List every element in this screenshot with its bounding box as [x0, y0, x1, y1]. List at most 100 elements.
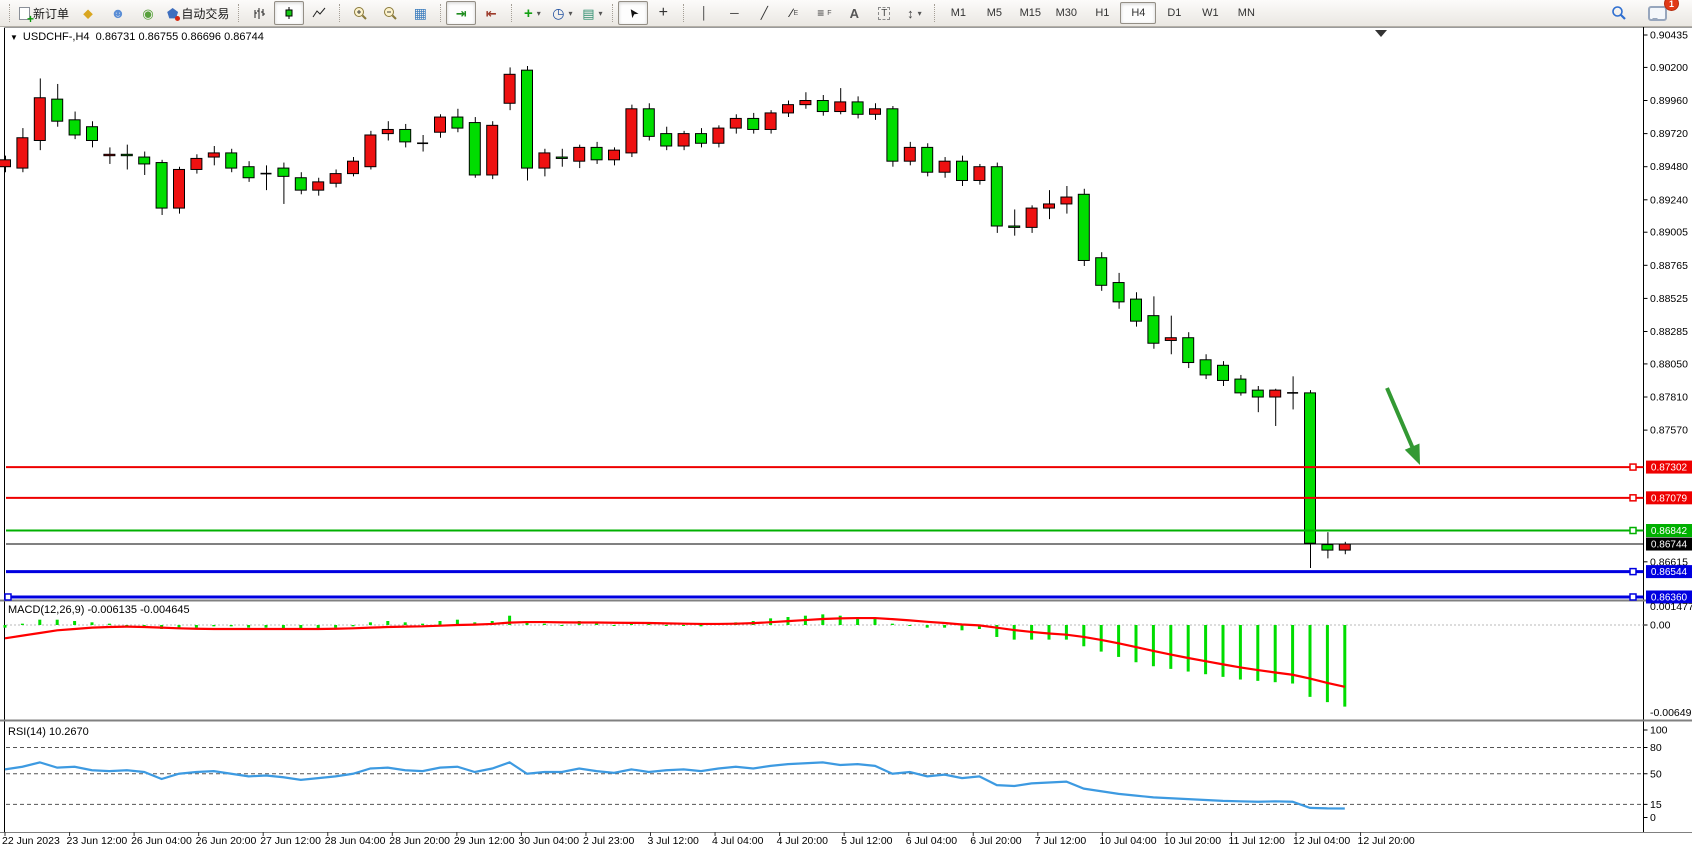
- chart-shift-button[interactable]: ⇤: [476, 1, 506, 25]
- trendline-button[interactable]: ╱: [749, 1, 779, 25]
- toolbar-grip[interactable]: [9, 4, 10, 22]
- toolbar-grip[interactable]: [238, 4, 239, 22]
- arrow-head[interactable]: [1405, 443, 1420, 465]
- timeframe-w1-button[interactable]: W1: [1192, 2, 1228, 24]
- candle-bearish: [887, 109, 898, 161]
- candle-bullish: [174, 169, 185, 208]
- new-order-button[interactable]: 新订单: [15, 1, 73, 25]
- notifications-button[interactable]: 1: [1642, 1, 1672, 25]
- cursor-icon: ➤: [626, 5, 642, 20]
- channel-button[interactable]: ∕∕E: [779, 1, 809, 25]
- toolbar-grip[interactable]: [339, 4, 340, 22]
- timeframe-m30-button[interactable]: M30: [1048, 2, 1084, 24]
- zoom-out-button[interactable]: [375, 1, 405, 25]
- price-axis-label: 0.88050: [1650, 358, 1688, 370]
- line-handle[interactable]: [1630, 594, 1636, 600]
- time-axis-label: 6 Jul 04:00: [906, 835, 958, 847]
- timeframe-mn-button[interactable]: MN: [1228, 2, 1264, 24]
- candle-bearish: [156, 163, 167, 209]
- price-axis-label: 0.90435: [1650, 30, 1688, 42]
- toolbar-grip[interactable]: [440, 4, 441, 22]
- candle-bearish: [1252, 390, 1263, 397]
- chart-shift-marker[interactable]: [1375, 30, 1387, 37]
- toolbar-right: 1: [1604, 1, 1688, 25]
- candle-bearish: [748, 118, 759, 129]
- text-button[interactable]: A: [839, 1, 869, 25]
- time-axis-label: 12 Jul 04:00: [1293, 835, 1350, 847]
- time-axis-label: 2 Jul 23:00: [583, 835, 635, 847]
- auto-scroll-button[interactable]: ⇥: [446, 1, 476, 25]
- horizontal-line-button[interactable]: ─: [719, 1, 749, 25]
- line-handle[interactable]: [1630, 495, 1636, 501]
- toolbar-grip[interactable]: [612, 4, 613, 22]
- candlestick-chart-button[interactable]: [274, 1, 304, 25]
- label-button[interactable]: T: [869, 1, 899, 25]
- symbol-dropdown-icon[interactable]: ▼: [10, 33, 18, 42]
- price-axis-label: 0.87570: [1650, 425, 1688, 437]
- candle-bullish: [313, 182, 324, 190]
- timeframe-h1-button[interactable]: H1: [1084, 2, 1120, 24]
- templates-button[interactable]: ▤ ▾: [577, 1, 607, 25]
- tile-windows-button[interactable]: ▦: [405, 1, 435, 25]
- toolbar-grip[interactable]: [683, 4, 684, 22]
- timeframe-m5-button[interactable]: M5: [976, 2, 1012, 24]
- timeframe-d1-button[interactable]: D1: [1156, 2, 1192, 24]
- indicators-button[interactable]: + ▾: [517, 1, 547, 25]
- line-handle[interactable]: [1630, 464, 1636, 470]
- price-axis-label: 0.89960: [1650, 95, 1688, 107]
- zoom-in-button[interactable]: [345, 1, 375, 25]
- candle-bullish: [34, 98, 45, 141]
- arrow-shaft[interactable]: [1387, 388, 1414, 452]
- paint-bucket-button[interactable]: ⬥: [73, 1, 103, 25]
- autotrading-button[interactable]: ⬟ 自动交易: [163, 1, 233, 25]
- candle-doji: [1287, 392, 1298, 394]
- bar-chart-button[interactable]: [244, 1, 274, 25]
- candle-bearish: [817, 101, 828, 112]
- line-handle[interactable]: [5, 594, 11, 600]
- candle-bullish: [191, 158, 202, 169]
- time-axis-label: 4 Jul 04:00: [712, 835, 764, 847]
- time-axis-label: 5 Jul 12:00: [841, 835, 893, 847]
- toolbar-grip[interactable]: [511, 4, 512, 22]
- candle-bullish: [870, 109, 881, 115]
- trendline-icon: ╱: [761, 7, 768, 19]
- toolbar-grip[interactable]: [934, 4, 935, 22]
- candle-bearish: [69, 120, 80, 135]
- rsi-line: [5, 762, 1345, 808]
- candle-bullish: [104, 154, 115, 155]
- main-toolbar: 新订单 ⬥ ☻ ◉ ⬟ 自动交易: [0, 0, 1692, 27]
- text-label-icon: T: [878, 7, 890, 20]
- candle-bearish: [1096, 258, 1107, 286]
- candle-bearish: [591, 147, 602, 159]
- line-handle[interactable]: [1630, 569, 1636, 575]
- timeframe-m1-button[interactable]: M1: [940, 2, 976, 24]
- notification-badge: 1: [1664, 0, 1679, 11]
- arrows-icon: ↕: [907, 7, 914, 20]
- signal-button[interactable]: ◉: [133, 1, 163, 25]
- cursor-button[interactable]: ➤: [618, 1, 648, 25]
- timeframe-m15-button[interactable]: M15: [1012, 2, 1048, 24]
- line-handle[interactable]: [1630, 528, 1636, 534]
- arrows-button[interactable]: ↕ ▾: [899, 1, 929, 25]
- candle-bearish: [1078, 194, 1089, 260]
- search-button[interactable]: [1604, 1, 1634, 25]
- candle-bullish: [1270, 390, 1281, 397]
- macd-axis-label: 0.00: [1650, 620, 1671, 632]
- periods-button[interactable]: ◷ ▾: [547, 1, 577, 25]
- candle-bullish: [487, 125, 498, 175]
- line-chart-button[interactable]: [304, 1, 334, 25]
- profile-button[interactable]: ☻: [103, 1, 133, 25]
- timeframe-h4-button[interactable]: H4: [1120, 2, 1156, 24]
- candle-bullish: [330, 174, 341, 184]
- price-axis-label: 0.89480: [1650, 161, 1688, 173]
- trend-arrow-annotation[interactable]: [1387, 388, 1420, 465]
- candle-bearish: [522, 70, 533, 168]
- chart-canvas: 0.904350.902000.899600.897200.894800.892…: [0, 27, 1692, 850]
- fibonacci-button[interactable]: ≡F: [809, 1, 839, 25]
- price-axis-label: 0.89005: [1650, 227, 1688, 239]
- crosshair-button[interactable]: +: [648, 1, 678, 25]
- candle-doji: [261, 173, 272, 175]
- text-icon: A: [850, 7, 859, 20]
- candle-bullish: [974, 167, 985, 181]
- vertical-line-button[interactable]: │: [689, 1, 719, 25]
